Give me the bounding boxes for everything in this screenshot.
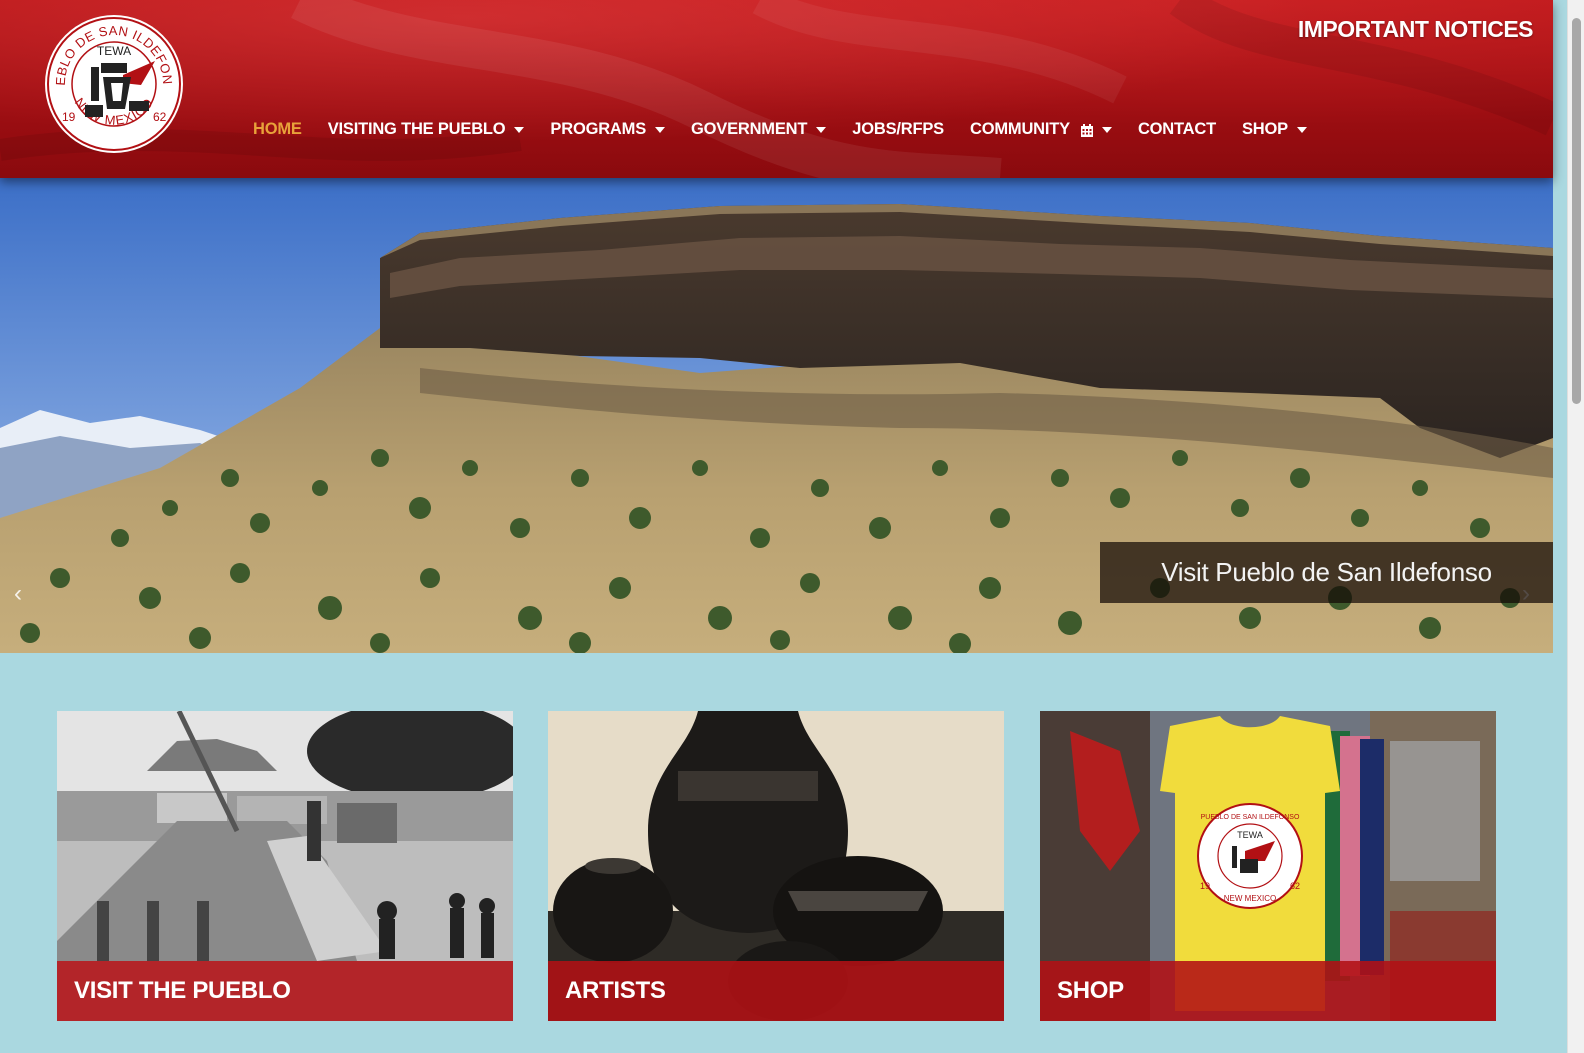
nav-label: PROGRAMS [550, 120, 646, 138]
svg-text:PUEBLO DE SAN ILDEFONSO: PUEBLO DE SAN ILDEFONSO [1201, 814, 1300, 821]
nav-shop[interactable]: SHOP [1229, 120, 1320, 139]
svg-text:62: 62 [1290, 881, 1300, 891]
nav-government[interactable]: GOVERNMENT [678, 120, 839, 139]
main-nav: HOME VISITING THE PUEBLO PROGRAMS GOVERN… [240, 120, 1320, 139]
caret-down-icon [816, 126, 827, 133]
nav-contact[interactable]: CONTACT [1125, 120, 1229, 139]
svg-text:19: 19 [1200, 881, 1210, 891]
calendar-icon [1080, 123, 1093, 137]
page-scrollbar[interactable] [1567, 0, 1584, 1053]
site-header: PUEBLO DE SAN ILDEFONSO NEW MEXICO 19 62… [0, 0, 1553, 178]
card-visit-the-pueblo[interactable]: VISIT THE PUEBLO [57, 711, 513, 1021]
nav-label: SHOP [1241, 120, 1288, 138]
caret-down-icon [1101, 126, 1112, 133]
nav-visiting-the-pueblo[interactable]: VISITING THE PUEBLO [315, 120, 538, 139]
nav-community[interactable]: COMMUNITY [957, 120, 1125, 139]
pueblo-seal-logo[interactable]: PUEBLO DE SAN ILDEFONSO NEW MEXICO 19 62… [38, 1, 185, 155]
caret-down-icon [655, 126, 665, 133]
scrollbar-thumb[interactable] [1572, 18, 1581, 404]
card-label: VISIT THE PUEBLO [57, 961, 513, 1021]
svg-text:TEWA: TEWA [1237, 830, 1263, 840]
hero-caption[interactable]: Visit Pueblo de San Ildefonso [1100, 542, 1553, 603]
svg-text:NEW MEXICO: NEW MEXICO [1224, 894, 1276, 903]
caret-down-icon [1296, 126, 1307, 133]
nav-label: GOVERNMENT [691, 120, 808, 138]
svg-text:TEWA: TEWA [97, 44, 131, 58]
nav-label: COMMUNITY [970, 120, 1070, 138]
card-label: ARTISTS [548, 961, 1004, 1021]
nav-label: CONTACT [1137, 120, 1216, 138]
nav-label: VISITING THE PUEBLO [327, 120, 506, 138]
chevron-left-icon[interactable]: ‹ [14, 580, 22, 608]
nav-home[interactable]: HOME [240, 120, 315, 139]
nav-programs[interactable]: PROGRAMS [537, 120, 678, 139]
card-artists[interactable]: ARTISTS [548, 711, 1004, 1021]
nav-label: JOBS/RFPS [852, 120, 944, 138]
feature-cards: VISIT THE PUEBLO ARTISTS PUEBLO DE SAN I… [0, 653, 1553, 1053]
important-notices-link[interactable]: IMPORTANT NOTICES [1298, 16, 1534, 43]
card-shop[interactable]: PUEBLO DE SAN ILDEFONSO TEWA 19 62 NEW M… [1040, 711, 1496, 1021]
svg-text:62: 62 [153, 110, 167, 124]
nav-jobs-rfps[interactable]: JOBS/RFPS [839, 120, 957, 139]
card-label: SHOP [1040, 961, 1496, 1021]
caret-down-icon [514, 126, 525, 133]
svg-text:19: 19 [62, 110, 76, 124]
nav-label: HOME [253, 120, 302, 138]
